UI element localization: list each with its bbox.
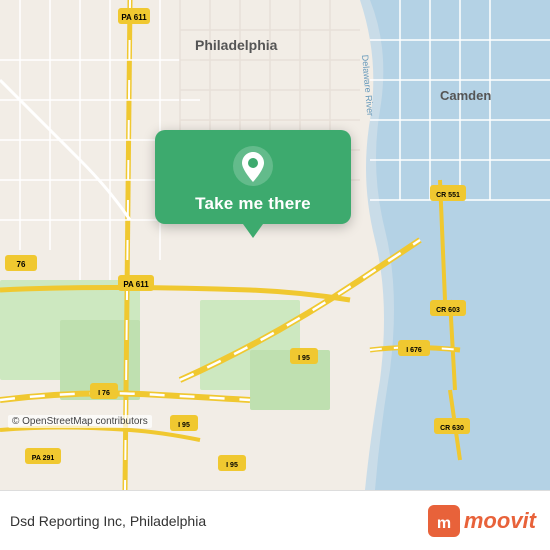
svg-text:I 95: I 95	[178, 422, 190, 429]
svg-text:m: m	[437, 515, 451, 532]
svg-text:I 95: I 95	[298, 355, 310, 362]
map-attribution: © OpenStreetMap contributors	[8, 415, 152, 428]
svg-text:I 676: I 676	[406, 347, 422, 354]
moovit-brand-name: moovit	[464, 508, 536, 534]
bottom-bar: Dsd Reporting Inc, Philadelphia m moovit	[0, 490, 550, 550]
location-pin-icon	[231, 144, 275, 188]
location-callout[interactable]: Take me there	[155, 130, 351, 224]
svg-text:76: 76	[17, 260, 26, 269]
location-name: Dsd Reporting Inc, Philadelphia	[10, 513, 206, 529]
svg-text:CR 630: CR 630	[440, 425, 464, 432]
svg-text:Camden: Camden	[440, 88, 491, 103]
callout-button-label: Take me there	[195, 194, 311, 214]
svg-text:PA 611: PA 611	[123, 280, 149, 289]
svg-text:I 95: I 95	[226, 462, 238, 469]
svg-text:CR 551: CR 551	[436, 192, 460, 199]
svg-text:PA 291: PA 291	[32, 455, 55, 462]
svg-text:CR 603: CR 603	[436, 307, 460, 314]
svg-text:Philadelphia: Philadelphia	[195, 37, 278, 53]
moovit-logo: m moovit	[428, 505, 536, 537]
svg-text:PA 611: PA 611	[121, 13, 147, 22]
svg-text:I 76: I 76	[98, 390, 110, 397]
moovit-brand-icon: m	[428, 505, 460, 537]
map-area: 76 PA 611 PA 611 I 95 I 95 I 76 PA 291 C…	[0, 0, 550, 490]
